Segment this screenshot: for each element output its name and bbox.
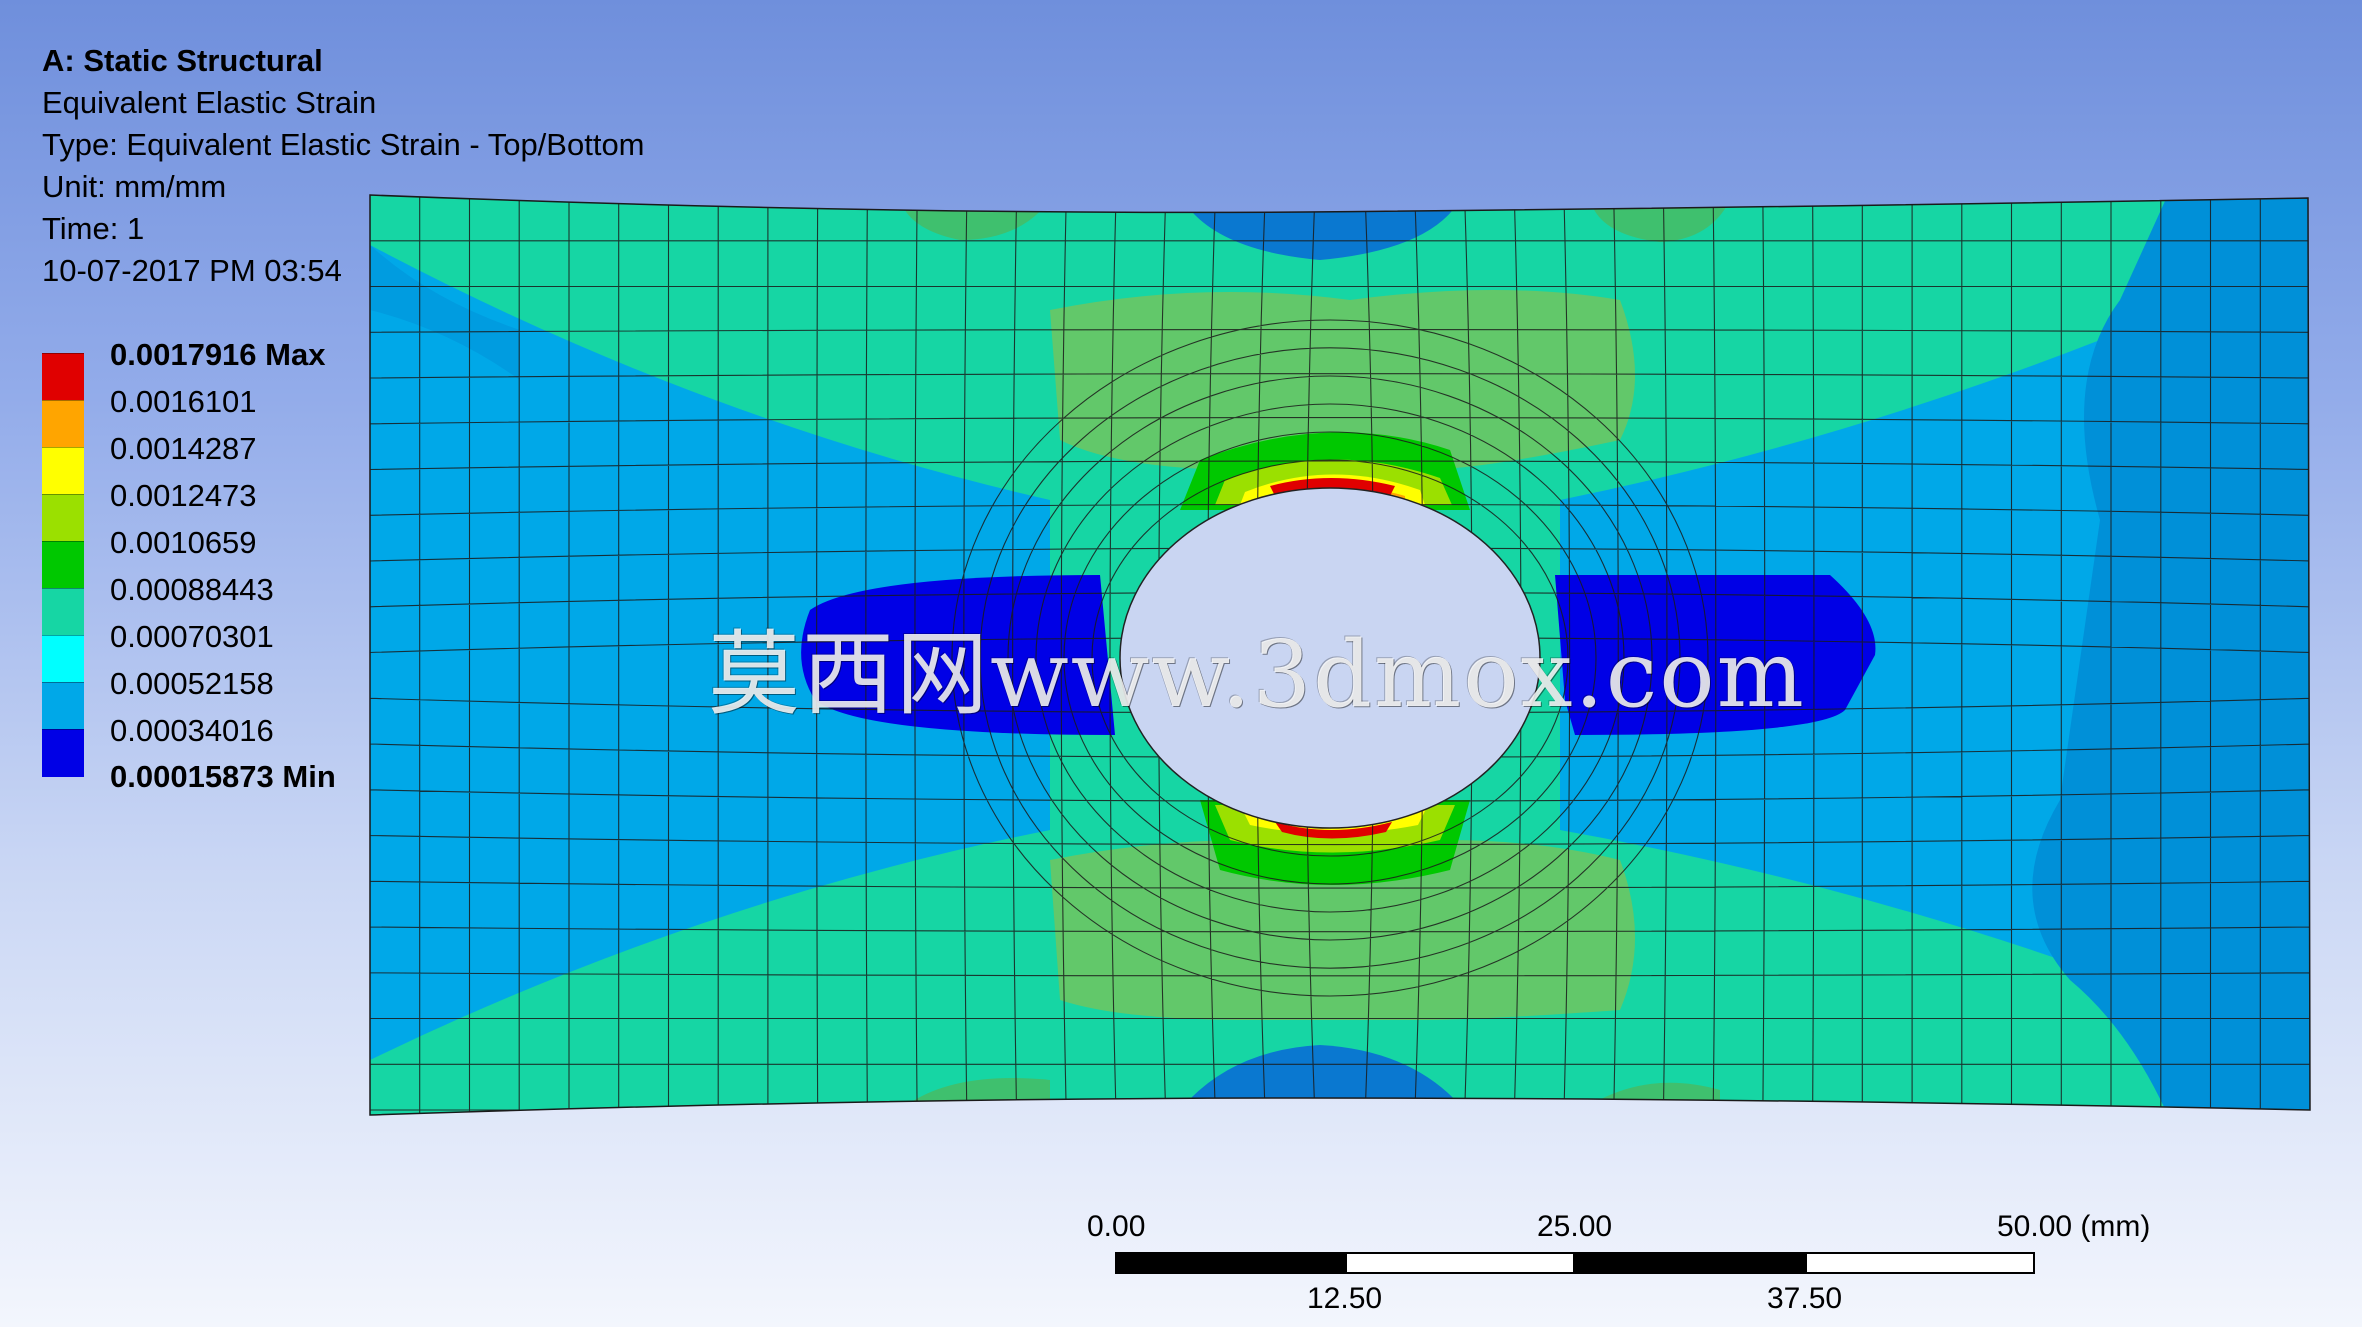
scale-tick-12-5: 12.50 xyxy=(1307,1282,1383,1315)
scale-segment xyxy=(1345,1252,1575,1274)
scale-tick-37-5: 37.50 xyxy=(1767,1282,1843,1315)
scale-segment xyxy=(1115,1252,1345,1274)
scale-tick-25: 25.00 xyxy=(1537,1210,1613,1243)
scale-tick-50: 50.00 (mm) xyxy=(1997,1210,2151,1243)
scale-segment xyxy=(1575,1252,1805,1274)
scale-tick-0: 0.00 xyxy=(1087,1210,1146,1243)
scale-segment xyxy=(1805,1252,2035,1274)
watermark-text: 莫西网www.3dmox.com xyxy=(708,621,1806,728)
